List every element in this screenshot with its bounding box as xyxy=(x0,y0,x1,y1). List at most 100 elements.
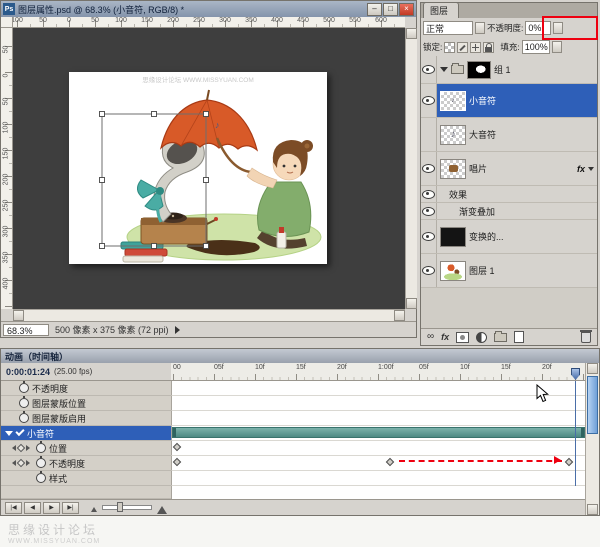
scrollbar-thumb[interactable] xyxy=(587,376,598,434)
expand-group-icon[interactable] xyxy=(440,67,448,76)
stopwatch-icon[interactable] xyxy=(36,458,46,468)
layer-duration-track[interactable] xyxy=(171,426,585,441)
time-ruler[interactable]: 0005f10f15f20f1:00f05f10f15f20f xyxy=(171,363,585,381)
add-keyframe-icon[interactable] xyxy=(17,444,25,452)
layer-track-label-selected[interactable]: 小音符 xyxy=(1,426,171,441)
fill-slider-icon[interactable] xyxy=(552,41,562,53)
layer-row[interactable]: 图层 1 xyxy=(421,254,597,288)
lock-pixels-icon[interactable] xyxy=(457,42,468,53)
playhead-handle[interactable] xyxy=(571,368,580,380)
property-label[interactable]: 不透明度 xyxy=(1,456,171,471)
layer-row[interactable]: 变换的... xyxy=(421,220,597,254)
property-label[interactable]: 图层蒙版位置 xyxy=(1,396,171,411)
timeline-titlebar[interactable]: 动画（时间轴） xyxy=(1,349,599,363)
scroll-up-icon[interactable] xyxy=(406,28,417,39)
expand-triangle-icon[interactable] xyxy=(5,431,13,440)
visibility-toggle[interactable] xyxy=(421,186,437,202)
layer-thumbnail[interactable] xyxy=(440,159,466,179)
adjustment-layer-icon[interactable] xyxy=(476,332,487,343)
property-label[interactable]: 不透明度 xyxy=(1,381,171,396)
fill-field[interactable]: 100% xyxy=(522,40,550,54)
timeline-vertical-scrollbar[interactable] xyxy=(585,363,599,515)
layer-row-fx[interactable]: 唱片 fx xyxy=(421,152,597,186)
layer-thumbnail[interactable]: ♪ xyxy=(440,91,466,111)
keyframe-diamond[interactable] xyxy=(173,458,181,466)
property-label[interactable]: 样式 xyxy=(1,471,171,486)
next-frame-button[interactable]: ▶| xyxy=(62,502,79,514)
layer-style-icon[interactable]: fx xyxy=(441,332,449,342)
visibility-toggle[interactable] xyxy=(421,84,437,117)
status-menu-arrow-icon[interactable] xyxy=(175,326,184,334)
timeline-zoom-slider[interactable] xyxy=(102,505,152,510)
add-mask-icon[interactable] xyxy=(456,332,469,343)
stopwatch-icon[interactable] xyxy=(36,473,46,483)
delete-layer-icon[interactable] xyxy=(581,332,591,343)
property-label[interactable]: 图层蒙版启用 xyxy=(1,411,171,426)
fx-collapse-icon[interactable] xyxy=(588,167,594,174)
next-keyframe-icon[interactable] xyxy=(26,460,33,466)
blend-mode-dropdown-icon[interactable] xyxy=(475,22,485,34)
close-button[interactable]: × xyxy=(399,3,414,16)
blend-mode-select[interactable]: 正常 xyxy=(423,21,473,35)
visibility-toggle[interactable] xyxy=(421,220,437,253)
keyframe-diamond[interactable] xyxy=(565,458,573,466)
visibility-toggle[interactable] xyxy=(421,254,437,287)
keyframe-navigator[interactable] xyxy=(9,445,33,451)
lock-position-icon[interactable] xyxy=(470,42,481,53)
play-button[interactable]: ▶ xyxy=(43,502,60,514)
layer-row-group[interactable]: 组 1 xyxy=(421,56,597,84)
canvas-area[interactable]: 思缘设计论坛 WWW.MISSYUAN.COM xyxy=(13,28,405,309)
property-track[interactable] xyxy=(171,471,585,486)
vertical-ruler[interactable]: 50050100150200250300350400 xyxy=(1,28,13,309)
stopwatch-icon[interactable] xyxy=(19,413,29,423)
scroll-left-icon[interactable] xyxy=(13,310,24,321)
zoom-level-field[interactable]: 68.3% xyxy=(3,324,49,336)
group-mask-thumbnail[interactable] xyxy=(467,61,491,79)
lock-all-icon[interactable] xyxy=(483,42,494,53)
prev-keyframe-icon[interactable] xyxy=(9,445,16,451)
visibility-toggle[interactable] xyxy=(421,56,437,83)
scroll-right-icon[interactable] xyxy=(394,310,405,321)
layer-thumbnail[interactable] xyxy=(440,261,466,281)
property-label[interactable]: 位置 xyxy=(1,441,171,456)
add-keyframe-icon[interactable] xyxy=(17,459,25,467)
prev-keyframe-icon[interactable] xyxy=(9,460,16,466)
lock-transparency-icon[interactable] xyxy=(444,42,455,53)
layer-row-selected[interactable]: ♪ 小音符 xyxy=(421,84,597,118)
previous-frame-button[interactable]: ◀ xyxy=(24,502,41,514)
stopwatch-icon[interactable] xyxy=(36,443,46,453)
layer-thumbnail[interactable] xyxy=(440,227,466,247)
document-vertical-scrollbar[interactable] xyxy=(405,28,417,309)
scroll-up-icon[interactable] xyxy=(587,363,598,374)
layer-row[interactable]: ♪ 大音符 xyxy=(421,118,597,152)
zoom-slider-thumb[interactable] xyxy=(117,502,123,512)
new-group-icon[interactable] xyxy=(494,333,507,342)
layer-thumbnail[interactable]: ♪ xyxy=(440,125,466,145)
layer-duration-bar[interactable] xyxy=(172,427,585,438)
visibility-toggle[interactable] xyxy=(421,118,437,151)
artboard[interactable]: 思缘设计论坛 WWW.MISSYUAN.COM xyxy=(69,72,327,264)
document-titlebar[interactable]: Ps 图层属性.psd @ 68.3% (小音符, RGB/8) * – □ × xyxy=(1,1,416,17)
visibility-toggle[interactable] xyxy=(421,203,437,219)
zoom-out-icon[interactable] xyxy=(91,504,97,512)
effects-row[interactable]: 效果 xyxy=(421,186,597,203)
property-track[interactable] xyxy=(171,396,585,411)
stopwatch-icon[interactable] xyxy=(19,383,29,393)
property-track[interactable] xyxy=(171,411,585,426)
keyframe-diamond[interactable] xyxy=(386,458,394,466)
scroll-down-icon[interactable] xyxy=(587,504,598,515)
zoom-in-icon[interactable] xyxy=(157,501,167,514)
document-horizontal-scrollbar[interactable] xyxy=(13,309,405,321)
effect-item-row[interactable]: 渐变叠加 xyxy=(421,203,597,220)
link-layers-icon[interactable]: ∞ xyxy=(427,332,434,342)
keyframe-navigator[interactable] xyxy=(9,460,33,466)
stopwatch-icon[interactable] xyxy=(19,398,29,408)
keyframe-diamond[interactable] xyxy=(173,443,181,451)
next-keyframe-icon[interactable] xyxy=(26,445,33,451)
minimize-button[interactable]: – xyxy=(367,3,382,16)
go-to-start-button[interactable]: |◀ xyxy=(5,502,22,514)
property-track[interactable] xyxy=(171,441,585,456)
fx-badge[interactable]: fx xyxy=(577,164,585,174)
tab-layers[interactable]: 图层 xyxy=(423,2,459,18)
opacity-slider-icon[interactable] xyxy=(553,22,563,34)
